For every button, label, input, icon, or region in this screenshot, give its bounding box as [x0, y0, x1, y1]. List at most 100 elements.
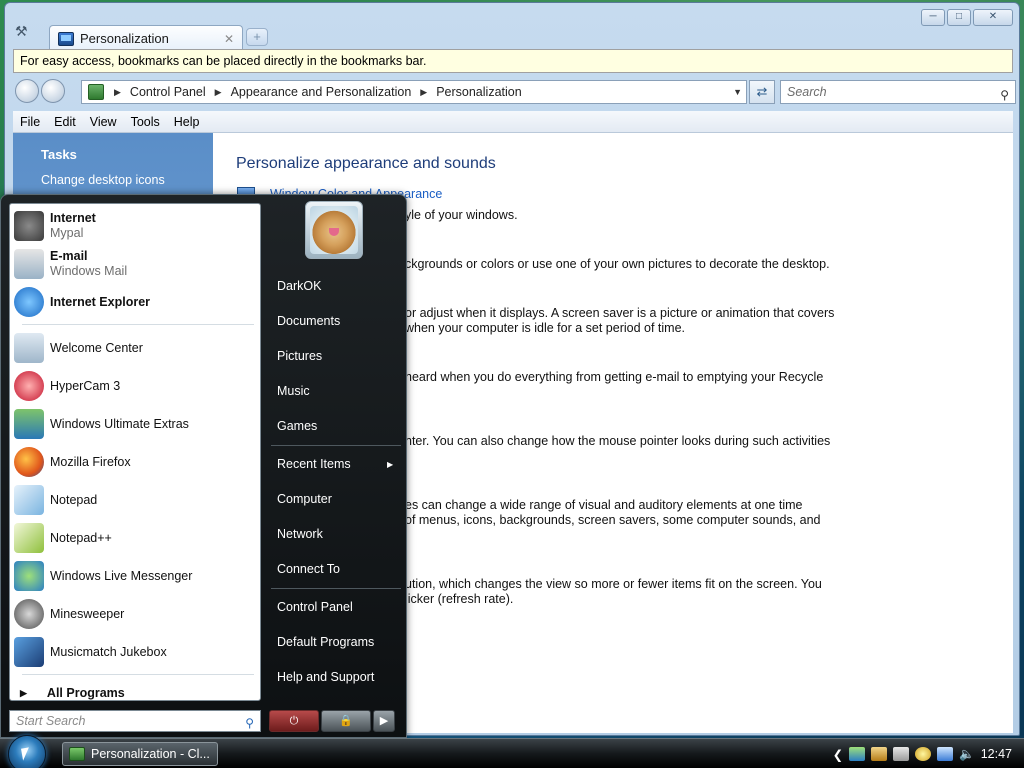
user-folder-link[interactable]: DarkOK	[277, 279, 321, 293]
navigation-bar: ▶ Control Panel ▶ Appearance and Persona…	[11, 75, 1016, 109]
list-item[interactable]: Notepad	[14, 482, 258, 518]
taskbar: Personalization - Cl... ❮ 🔈 12:47	[0, 735, 1024, 768]
search-input[interactable]: Search ⚲	[780, 80, 1016, 104]
caption-buttons: ─ □ ✕	[921, 9, 1013, 26]
menu-view[interactable]: View	[83, 115, 124, 129]
help-support-link[interactable]: Help and Support	[277, 670, 374, 684]
refresh-icon[interactable]: ⇄	[749, 80, 775, 104]
divider	[22, 674, 254, 675]
description-line: licker (refresh rate).	[405, 592, 514, 606]
divider	[271, 445, 401, 446]
power-icon[interactable]: ⏻	[269, 710, 319, 732]
breadcrumb-item[interactable]: Control Panel	[130, 85, 206, 99]
menu-file[interactable]: File	[13, 115, 47, 129]
address-bar[interactable]: ▶ Control Panel ▶ Appearance and Persona…	[81, 80, 747, 104]
list-item[interactable]: HyperCam 3	[14, 368, 258, 404]
notepad-plus-plus-icon	[14, 523, 44, 553]
network-link[interactable]: Network	[277, 527, 323, 541]
forward-icon[interactable]	[41, 79, 65, 103]
chevron-right-icon: ▶	[20, 687, 27, 698]
internet-explorer-icon	[14, 287, 44, 317]
smiley-tray-icon[interactable]	[915, 747, 932, 761]
start-search-input[interactable]: Start Search ⚲	[9, 710, 261, 732]
search-icon[interactable]: ⚲	[245, 713, 254, 733]
documents-link[interactable]: Documents	[277, 314, 340, 328]
change-desktop-icons-link[interactable]: Change desktop icons	[41, 173, 165, 187]
taskbar-item-personalization[interactable]: Personalization - Cl...	[62, 742, 218, 766]
computer-link[interactable]: Computer	[277, 492, 332, 506]
tools-tray-icon[interactable]	[893, 747, 910, 761]
pinned-internet-explorer[interactable]: Internet Explorer	[14, 284, 258, 320]
breadcrumb-item[interactable]: Appearance and Personalization	[231, 85, 412, 99]
description-line: heard when you do everything from gettin…	[405, 370, 824, 384]
notepad-icon	[14, 485, 44, 515]
item-sub: Windows Mail	[50, 264, 128, 278]
description-line: es can change a wide range of visual and…	[405, 498, 803, 512]
maximize-button[interactable]: □	[947, 9, 971, 26]
pinned-internet[interactable]: Internet Mypal	[14, 208, 258, 244]
volume-icon[interactable]: 🔈	[959, 747, 975, 762]
list-item[interactable]: Windows Ultimate Extras	[14, 406, 258, 442]
back-icon[interactable]	[15, 79, 39, 103]
menu-help[interactable]: Help	[167, 115, 207, 129]
updates-tray-icon[interactable]	[871, 747, 888, 761]
close-window-button[interactable]: ✕	[973, 9, 1013, 26]
games-link[interactable]: Games	[277, 419, 317, 433]
description-line: yle of your windows.	[405, 208, 518, 222]
close-icon[interactable]: ✕	[224, 32, 242, 46]
search-icon[interactable]: ⚲	[1000, 84, 1009, 106]
list-item[interactable]: Windows Live Messenger	[14, 558, 258, 594]
clock[interactable]: 12:47	[981, 747, 1012, 761]
pictures-link[interactable]: Pictures	[277, 349, 322, 363]
music-link[interactable]: Music	[277, 384, 310, 398]
page-title: Personalize appearance and sounds	[236, 155, 496, 172]
control-panel-icon	[69, 747, 85, 761]
description-line: ution, which changes the view so more or…	[405, 577, 822, 591]
chevron-right-icon[interactable]: ▶	[373, 710, 395, 732]
lock-icon[interactable]: 🔒	[321, 710, 371, 732]
control-panel-icon	[88, 84, 104, 100]
control-panel-icon	[58, 31, 74, 46]
divider	[22, 324, 254, 325]
pinned-email[interactable]: E-mail Windows Mail	[14, 246, 258, 282]
tab-personalization[interactable]: Personalization ✕	[49, 25, 243, 51]
item-label: Notepad++	[50, 530, 112, 545]
start-menu-programs: Internet Mypal E-mail Windows Mail Interne…	[9, 203, 261, 701]
minimize-button[interactable]: ─	[921, 9, 945, 26]
divider	[271, 588, 401, 589]
item-label: Internet	[50, 211, 96, 225]
item-sub: Mypal	[50, 226, 84, 240]
item-label: E-mail	[50, 249, 88, 263]
list-item[interactable]: Welcome Center	[14, 330, 258, 366]
list-item[interactable]: Musicmatch Jukebox	[14, 634, 258, 670]
default-programs-link[interactable]: Default Programs	[277, 635, 374, 649]
all-programs-label: All Programs	[46, 686, 125, 700]
taskbar-item-label: Personalization - Cl...	[91, 747, 210, 761]
minesweeper-icon	[14, 599, 44, 629]
menu-edit[interactable]: Edit	[47, 115, 83, 129]
list-item[interactable]: Mozilla Firefox	[14, 444, 258, 480]
messenger-tray-icon[interactable]	[849, 747, 866, 761]
breadcrumb-item[interactable]: Personalization	[436, 85, 521, 99]
item-label: Notepad	[50, 492, 98, 507]
all-programs-button[interactable]: ▶ All Programs	[14, 684, 258, 702]
chevron-left-icon[interactable]: ❮	[833, 747, 843, 762]
network-tray-icon[interactable]	[937, 747, 954, 761]
item-label: Windows Ultimate Extras	[50, 416, 189, 431]
list-item[interactable]: Notepad++	[14, 520, 258, 556]
description-line: of menus, icons, backgrounds, screen sav…	[405, 513, 821, 527]
tab-title: Personalization	[80, 31, 169, 46]
wrench-icon[interactable]: ⚒	[15, 23, 35, 41]
list-item[interactable]: Minesweeper	[14, 596, 258, 632]
chevron-right-icon: ▶	[387, 460, 394, 469]
chevron-down-icon[interactable]: ▼	[733, 87, 742, 97]
recent-items-link[interactable]: Recent Items	[277, 457, 351, 471]
musicmatch-icon	[14, 637, 44, 667]
menu-tools[interactable]: Tools	[124, 115, 167, 129]
connect-to-link[interactable]: Connect To	[277, 562, 340, 576]
avatar[interactable]	[305, 201, 363, 259]
control-panel-link[interactable]: Control Panel	[277, 600, 353, 614]
tab-bar: ⚒ Personalization ✕ + ─ □ ✕	[5, 3, 1019, 51]
info-bar[interactable]: For easy access, bookmarks can be placed…	[13, 49, 1013, 73]
new-tab-icon[interactable]: +	[246, 28, 268, 46]
